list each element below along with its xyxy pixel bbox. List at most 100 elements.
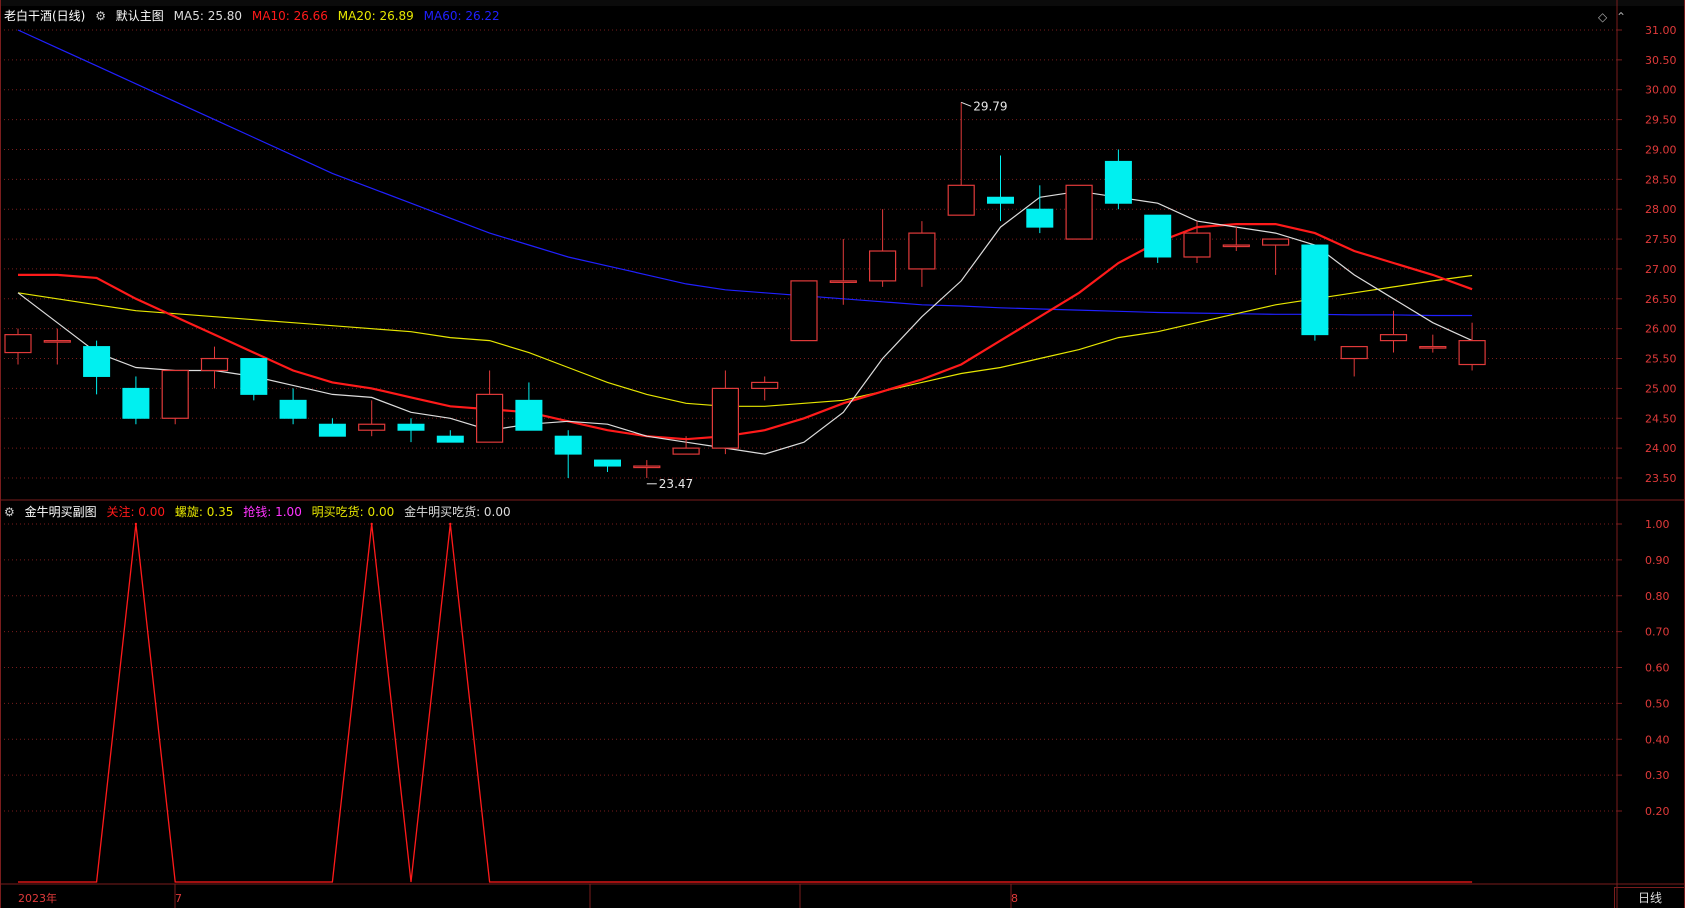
- candle: [83, 340, 111, 395]
- candle: [318, 418, 346, 437]
- price-tick-label: 27.50: [1645, 233, 1677, 246]
- candle: [436, 430, 464, 443]
- candle: [790, 280, 818, 342]
- price-tick-label: 28.00: [1645, 203, 1677, 216]
- candle-body: [4, 334, 32, 354]
- candle: [554, 430, 582, 478]
- chart-canvas[interactable]: 31.00 30.50 30.00 29.50 29.00 28.50 28.00 27.50…: [0, 0, 1685, 908]
- price-tick-label: 23.50: [1645, 472, 1677, 485]
- price-tick-label: 30.50: [1645, 54, 1677, 67]
- candle-body: [868, 250, 897, 282]
- candle: [987, 155, 1014, 222]
- candle: [1458, 322, 1486, 371]
- grid-lines: [0, 0, 1685, 908]
- candle: [1340, 345, 1368, 377]
- candle: [43, 328, 71, 365]
- candle: [1222, 227, 1250, 252]
- high-price-label: 29.79: [973, 99, 1007, 113]
- candle-body: [397, 423, 425, 431]
- candlesticks: [4, 102, 1486, 478]
- candle: [829, 239, 857, 305]
- guanzhu-peak: [134, 522, 138, 526]
- candle-body: [1065, 184, 1093, 240]
- candle-body: [1340, 345, 1368, 360]
- candle: [1065, 184, 1093, 240]
- candle-body: [672, 447, 700, 455]
- year-label: 2023年: [18, 891, 57, 905]
- candle-body: [751, 381, 779, 389]
- price-tick-label: 25.00: [1645, 382, 1677, 395]
- candle-body: [436, 435, 464, 443]
- time-axis-labels: 2023年 7 8: [18, 891, 1018, 905]
- candle-body: [83, 346, 111, 377]
- sub-tick-label: 0.40: [1645, 733, 1670, 746]
- sub-tick-label: 0.80: [1645, 590, 1670, 603]
- candle-body: [790, 280, 818, 342]
- candle: [1419, 334, 1447, 353]
- price-tick-label: 28.50: [1645, 173, 1677, 186]
- sub-tick-label: 0.20: [1645, 805, 1670, 818]
- candle-body: [554, 435, 582, 455]
- candle-body: [161, 369, 189, 419]
- candle-body: [43, 340, 71, 343]
- candle: [1301, 244, 1329, 341]
- candle-body: [1301, 244, 1329, 336]
- price-tick-label: 30.00: [1645, 84, 1677, 97]
- candle-body: [1379, 334, 1408, 342]
- candle-body: [1144, 214, 1172, 258]
- price-tick-label: 26.00: [1645, 323, 1677, 336]
- candle: [1026, 185, 1054, 234]
- candle-body: [908, 232, 936, 270]
- candle: [1379, 310, 1408, 353]
- candle-body: [1458, 340, 1486, 366]
- moving-average-lines: [17, 29, 1473, 455]
- candle-body: [358, 423, 386, 431]
- candle-body: [947, 184, 975, 216]
- sub-tick-label: 0.50: [1645, 697, 1670, 710]
- sub-tick-label: 0.70: [1645, 626, 1670, 639]
- price-tick-label: 24.00: [1645, 442, 1677, 455]
- candle: [397, 418, 425, 443]
- low-price-label: 23.47: [659, 477, 693, 491]
- price-tick-label: 29.50: [1645, 114, 1677, 127]
- candle: [240, 358, 268, 401]
- candle: [751, 376, 779, 401]
- sub-tick-label: 0.30: [1645, 769, 1670, 782]
- candle: [908, 221, 936, 287]
- price-tick-label: 25.50: [1645, 353, 1677, 366]
- candle-body: [1419, 345, 1447, 349]
- ma60-line: [17, 29, 1473, 317]
- price-annotations: 29.79 23.47: [646, 99, 1008, 491]
- ma10-line: [18, 223, 1473, 441]
- candle: [868, 209, 897, 287]
- candle-body: [987, 196, 1014, 204]
- candle: [4, 328, 32, 365]
- candle: [1261, 238, 1290, 275]
- period-selector[interactable]: 日线: [1614, 887, 1685, 908]
- candle: [122, 376, 150, 425]
- candle: [1104, 149, 1132, 210]
- guanzhu-peak: [370, 522, 373, 526]
- candle: [633, 460, 661, 478]
- price-tick-label: 29.00: [1645, 143, 1677, 156]
- candle-body: [1261, 238, 1290, 246]
- candle: [476, 370, 504, 443]
- price-tick-label: 24.50: [1645, 412, 1677, 425]
- candle: [279, 388, 307, 425]
- month-july-label: 7: [175, 892, 182, 905]
- candle-body: [594, 459, 621, 467]
- axes: 31.00 30.50 30.00 29.50 29.00 28.50 28.00 27.50…: [1617, 24, 1677, 818]
- guanzhu-peak: [449, 522, 452, 526]
- candle-body: [240, 358, 268, 395]
- candle-body: [200, 357, 229, 372]
- candle-body: [1183, 232, 1211, 258]
- candle-body: [476, 393, 504, 443]
- price-tick-label: 27.00: [1645, 263, 1677, 276]
- candle-body: [633, 465, 661, 469]
- candle: [594, 459, 621, 473]
- sub-chart-line: [18, 522, 1473, 883]
- month-aug-label: 8: [1011, 892, 1018, 905]
- candle: [711, 370, 740, 455]
- sub-tick-label: 1.00: [1645, 518, 1670, 531]
- high-arrow: [961, 101, 972, 107]
